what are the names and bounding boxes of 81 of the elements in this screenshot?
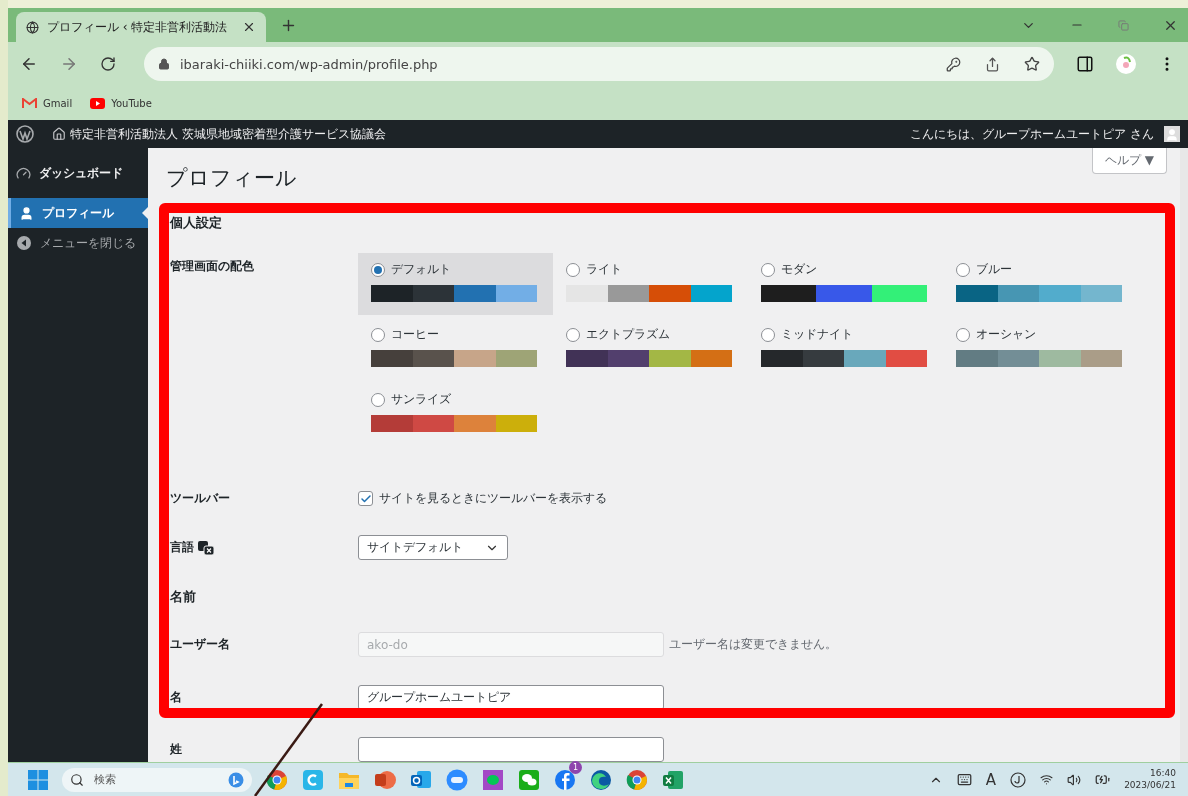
radio-button[interactable] xyxy=(566,262,580,277)
field-label: ユーザー名 xyxy=(170,636,230,653)
field-label: 管理画面の配色 xyxy=(170,258,254,275)
sidebar-item[interactable]: ダッシュボード xyxy=(8,158,148,188)
browser-icon[interactable] xyxy=(266,768,288,791)
key-icon[interactable] xyxy=(946,56,961,72)
bing-icon xyxy=(228,771,244,788)
color-scheme-option[interactable]: サンライズ xyxy=(358,383,553,445)
radio-button[interactable] xyxy=(761,327,775,342)
color-scheme-option[interactable]: エクトプラズム xyxy=(553,318,748,380)
section-heading: 個人設定 xyxy=(170,214,223,232)
input-mode-indicator[interactable]: A xyxy=(985,770,997,789)
field-label: 姓 xyxy=(170,741,182,758)
translate-icon xyxy=(198,540,214,555)
keyboard-icon[interactable] xyxy=(956,772,972,787)
start-icon[interactable] xyxy=(28,769,48,790)
home-icon[interactable] xyxy=(52,127,66,141)
presentation-app-icon[interactable] xyxy=(374,768,396,791)
star-icon[interactable] xyxy=(1024,56,1040,72)
section-heading: 名前 xyxy=(170,588,197,606)
radio-button[interactable] xyxy=(371,262,385,277)
chat-app-icon[interactable] xyxy=(482,768,504,791)
battery-icon[interactable] xyxy=(1095,772,1111,787)
color-scheme-option[interactable]: ライト xyxy=(553,253,748,315)
reload-icon[interactable] xyxy=(100,56,116,72)
taskbar-search-field[interactable]: 検索 xyxy=(62,767,252,792)
volume-icon[interactable] xyxy=(1067,772,1082,787)
last-name-field[interactable] xyxy=(358,737,664,762)
browser-tab[interactable]: プロフィール ‹ 特定非営利活動法 xyxy=(16,12,266,42)
color-scheme-option[interactable]: ブルー xyxy=(943,253,1138,315)
color-scheme-option[interactable]: モダン xyxy=(748,253,943,315)
radio-button[interactable] xyxy=(371,327,385,342)
bookmark[interactable]: YouTube xyxy=(90,97,152,109)
site-title-link[interactable]: 特定非営利活動法人 茨城県地域密着型介護サービス協議会 xyxy=(70,125,386,143)
radio-button[interactable] xyxy=(956,327,970,342)
sidebar-item[interactable]: プロフィール xyxy=(8,198,148,228)
play-icon xyxy=(90,97,106,109)
color-scheme-option[interactable]: オーシャン xyxy=(943,318,1138,380)
language-select[interactable]: サイトデフォルト xyxy=(358,535,508,560)
scrollbar[interactable] xyxy=(1180,148,1188,762)
share-icon[interactable] xyxy=(985,56,1000,72)
search-icon xyxy=(70,772,84,787)
forward-icon[interactable] xyxy=(60,55,78,73)
color-scheme-option[interactable]: デフォルト xyxy=(358,253,553,315)
help-button[interactable]: ヘルプ ▼ xyxy=(1091,148,1167,174)
color-scheme-option[interactable]: ミッドナイト xyxy=(748,318,943,380)
social-app-icon[interactable] xyxy=(554,768,576,791)
radio-button[interactable] xyxy=(566,327,580,342)
field-label: 名 xyxy=(170,689,182,706)
radio-button[interactable] xyxy=(761,262,775,277)
checkbox[interactable] xyxy=(358,491,373,506)
gauge-icon xyxy=(16,165,31,181)
video-call-icon[interactable] xyxy=(446,768,468,791)
sidebar-item[interactable]: メニューを閉じる xyxy=(8,228,148,258)
field-label: ツールバー xyxy=(170,490,230,507)
taskbar-clock[interactable]: 16:40 2023/06/21 xyxy=(1124,767,1176,792)
mail-icon xyxy=(22,97,37,109)
radio-button[interactable] xyxy=(371,392,385,407)
user-icon xyxy=(19,205,34,221)
first-name-field[interactable]: グループホームユートピア xyxy=(358,685,664,710)
mail-app-icon[interactable] xyxy=(410,768,432,791)
side-panel-icon[interactable] xyxy=(1076,55,1094,73)
address-bar[interactable]: ibaraki-chiiki.com/wp-admin/profile.php xyxy=(144,47,1054,81)
messenger-icon[interactable] xyxy=(518,768,540,791)
edge-browser-icon[interactable] xyxy=(590,768,612,791)
color-scheme-option[interactable]: コーヒー xyxy=(358,318,553,380)
wifi-icon[interactable] xyxy=(1040,773,1054,786)
radio-button[interactable] xyxy=(956,262,970,277)
globe-icon xyxy=(26,20,39,34)
checkbox-label: サイトを見るときにツールバーを表示する xyxy=(379,490,607,507)
field-note: ユーザー名は変更できません。 xyxy=(669,636,837,653)
page-title: プロフィール xyxy=(166,165,297,192)
lock-icon xyxy=(158,58,170,70)
spreadsheet-app-icon[interactable] xyxy=(662,768,684,791)
bookmark[interactable]: Gmail xyxy=(22,97,73,109)
back-icon[interactable] xyxy=(20,55,38,73)
close-icon[interactable] xyxy=(242,20,256,34)
clock-circle-icon[interactable] xyxy=(1010,771,1027,788)
field-label: 言語 xyxy=(170,539,194,556)
wordpress-logo-icon[interactable] xyxy=(16,125,34,143)
greeting-link[interactable]: こんにちは、グループホームユートピア さん xyxy=(910,125,1154,143)
